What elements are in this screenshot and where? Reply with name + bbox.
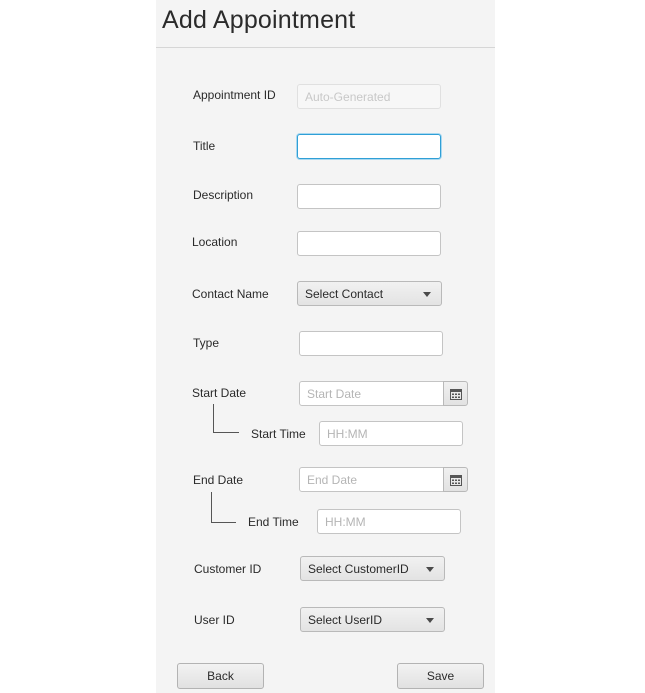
- end-date-label: End Date: [193, 473, 244, 487]
- start-date-label: Start Date: [192, 386, 247, 400]
- title-label: Title: [193, 139, 216, 153]
- end-time-field[interactable]: [317, 509, 461, 534]
- end-time-label: End Time: [248, 515, 299, 529]
- user-id-label: User ID: [194, 613, 235, 627]
- end-date-field[interactable]: [299, 467, 444, 492]
- start-date-calendar-button[interactable]: [443, 381, 468, 406]
- app-window: Add Appointment Appointment ID Title Des…: [0, 0, 645, 693]
- customer-id-label: Customer ID: [194, 562, 262, 576]
- appointment-id-label: Appointment ID: [193, 88, 276, 102]
- type-field[interactable]: [299, 331, 443, 356]
- back-button[interactable]: Back: [177, 663, 264, 689]
- end-time-connector: [211, 492, 236, 523]
- chevron-down-icon: [426, 618, 434, 623]
- contact-name-selected: Select Contact: [305, 287, 384, 301]
- title-field[interactable]: [297, 134, 441, 159]
- contact-name-dropdown[interactable]: Select Contact: [297, 281, 442, 306]
- save-button[interactable]: Save: [397, 663, 484, 689]
- start-date-field[interactable]: [299, 381, 444, 406]
- location-field[interactable]: [297, 231, 441, 256]
- user-id-dropdown[interactable]: Select UserID: [300, 607, 445, 632]
- end-date-calendar-button[interactable]: [443, 467, 468, 492]
- customer-id-selected: Select CustomerID: [308, 562, 409, 576]
- description-field[interactable]: [297, 184, 441, 209]
- page-title: Add Appointment: [162, 6, 356, 34]
- type-label: Type: [193, 336, 220, 350]
- start-time-field[interactable]: [319, 421, 463, 446]
- contact-name-label: Contact Name: [192, 287, 269, 301]
- user-id-selected: Select UserID: [308, 613, 383, 627]
- chevron-down-icon: [423, 292, 431, 297]
- calendar-icon: [450, 389, 462, 400]
- location-label: Location: [192, 235, 238, 249]
- appointment-id-field: [297, 84, 441, 109]
- start-time-connector: [213, 404, 239, 433]
- header-divider: [156, 47, 495, 48]
- chevron-down-icon: [426, 567, 434, 572]
- end-date-picker: [299, 467, 468, 492]
- customer-id-dropdown[interactable]: Select CustomerID: [300, 556, 445, 581]
- start-date-picker: [299, 381, 468, 406]
- calendar-icon: [450, 475, 462, 486]
- start-time-label: Start Time: [251, 427, 306, 441]
- description-label: Description: [193, 188, 254, 202]
